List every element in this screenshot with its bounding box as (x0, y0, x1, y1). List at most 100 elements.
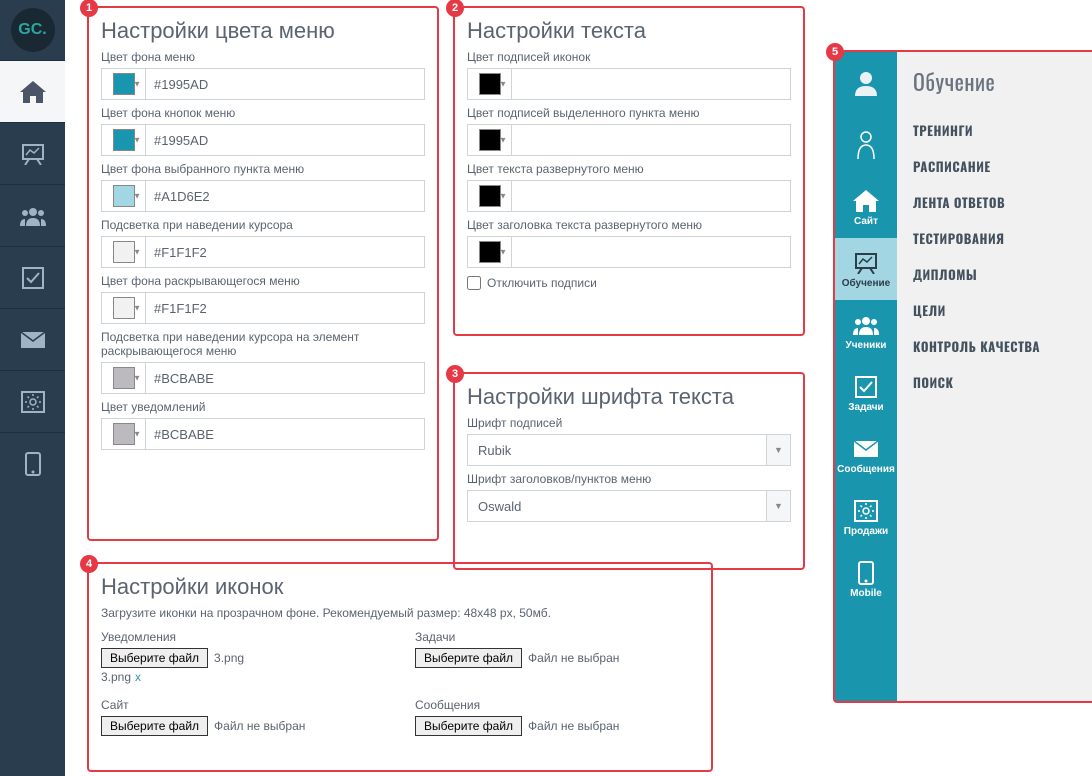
panel3-title: Настройки шрифта текста (467, 384, 791, 410)
panel-badge-4: 4 (80, 555, 98, 573)
nav-mobile[interactable] (0, 432, 65, 494)
preview-sidebar-item-1[interactable] (835, 114, 897, 176)
p1-field-2-input[interactable] (146, 181, 424, 211)
preview-sidebar-label-2: Сайт (854, 216, 878, 227)
p1-field-1-swatch-picker[interactable]: ▼ (102, 125, 146, 155)
p1-field-6-input[interactable] (146, 419, 424, 449)
p4-item-1-label: Задачи (415, 630, 699, 644)
preview-menu-item-1[interactable]: РАСПИСАНИЕ (913, 148, 1092, 184)
p2-field-3-input[interactable] (512, 237, 790, 267)
p1-field-2-row: ▼ (101, 180, 425, 212)
p1-field-2-label: Цвет фона выбранного пункта меню (101, 162, 425, 176)
p2-field-2-input[interactable] (512, 181, 790, 211)
preview-sidebar-item-4[interactable]: Ученики (835, 300, 897, 362)
users-icon (20, 206, 46, 226)
nav-tasks[interactable] (0, 246, 65, 308)
p3-field-1-label: Шрифт заголовков/пунктов меню (467, 472, 791, 486)
p3-field-1-select[interactable]: Oswald (467, 490, 791, 522)
preview-menu-item-7[interactable]: ПОИСК (913, 364, 1092, 400)
home-icon (20, 81, 46, 103)
phone-icon (852, 560, 880, 586)
p1-field-3-swatch-picker[interactable]: ▼ (102, 237, 146, 267)
p1-field-1-input[interactable] (146, 125, 424, 155)
preview-sidebar-item-7[interactable]: Продажи (835, 486, 897, 548)
preview-expanded-menu: Обучение ТРЕНИНГИРАСПИСАНИЕЛЕНТА ОТВЕТОВ… (897, 52, 1092, 701)
p1-field-0-label: Цвет фона меню (101, 50, 425, 64)
content-area: 1 Настройки цвета меню Цвет фона меню ▼ … (65, 0, 1092, 776)
nav-messages[interactable] (0, 308, 65, 370)
color-swatch-icon (113, 297, 135, 319)
p1-field-6-swatch-picker[interactable]: ▼ (102, 419, 146, 449)
preview-menu-item-0[interactable]: ТРЕНИНГИ (913, 112, 1092, 148)
preview-menu-item-3[interactable]: ТЕСТИРОВАНИЯ (913, 220, 1092, 256)
p1-field-5-label: Подсветка при наведении курсора на элеме… (101, 330, 425, 358)
p2-field-0-swatch-picker[interactable]: ▼ (468, 69, 512, 99)
p1-field-0-input[interactable] (146, 69, 424, 99)
mail-icon (852, 436, 880, 462)
nav-sales[interactable] (0, 370, 65, 432)
check-icon (22, 267, 44, 289)
preview-sidebar-item-6[interactable]: Сообщения (835, 424, 897, 486)
p2-field-3-label: Цвет заголовка текста развернутого меню (467, 218, 791, 232)
preview-sidebar-item-2[interactable]: Сайт (835, 176, 897, 238)
panel-text-settings: 2 Настройки текста Цвет подписей иконок … (453, 6, 805, 336)
p3-field-0-select[interactable]: Rubik (467, 434, 791, 466)
p1-field-3-input[interactable] (146, 237, 424, 267)
p1-field-6-label: Цвет уведомлений (101, 400, 425, 414)
preview-menu-item-4[interactable]: ДИПЛОМЫ (913, 256, 1092, 292)
p1-field-4-swatch-picker[interactable]: ▼ (102, 293, 146, 323)
p2-field-1-swatch-picker[interactable]: ▼ (468, 125, 512, 155)
p2-field-1-input[interactable] (512, 125, 790, 155)
nav-home[interactable] (0, 60, 65, 122)
p1-field-5-swatch-picker[interactable]: ▼ (102, 363, 146, 393)
p4-item-2-file-button[interactable]: Выберите файл (101, 716, 208, 736)
preview-sidebar-item-3[interactable]: Обучение (835, 238, 897, 300)
p2-field-2-swatch-picker[interactable]: ▼ (468, 181, 512, 211)
panel4-hint: Загрузите иконки на прозрачном фоне. Рек… (101, 606, 699, 620)
p1-field-6-row: ▼ (101, 418, 425, 450)
disable-labels-checkbox-row[interactable]: Отключить подписи (467, 276, 791, 290)
p4-item-3-status: Файл не выбран (528, 719, 619, 733)
preview-menu-item-5[interactable]: ЦЕЛИ (913, 292, 1092, 328)
p2-field-3-row: ▼ (467, 236, 791, 268)
panel1-title: Настройки цвета меню (101, 18, 425, 44)
preview-menu-item-2[interactable]: ЛЕНТА ОТВЕТОВ (913, 184, 1092, 220)
p1-field-2-swatch-picker[interactable]: ▼ (102, 181, 146, 211)
board-icon (852, 250, 880, 276)
p4-item-2-status: Файл не выбран (214, 719, 305, 733)
p4-item-1-file-button[interactable]: Выберите файл (415, 648, 522, 668)
disable-labels-checkbox[interactable] (467, 276, 481, 290)
preview-sidebar-label-5: Задачи (848, 402, 883, 413)
check-icon (852, 374, 880, 400)
left-sidebar: GC. (0, 0, 65, 776)
users-icon (852, 312, 880, 338)
preview-sidebar-item-5[interactable]: Задачи (835, 362, 897, 424)
nav-users[interactable] (0, 184, 65, 246)
nav-board[interactable] (0, 122, 65, 184)
p2-field-0-input[interactable] (512, 69, 790, 99)
mail-icon (21, 332, 45, 348)
preview-sidebar-item-0[interactable] (835, 52, 897, 114)
p4-item-0-status: 3.png (214, 651, 244, 665)
color-swatch-icon (479, 129, 501, 151)
logo[interactable]: GC. (0, 0, 65, 60)
p2-field-2-label: Цвет текста развернутого меню (467, 162, 791, 176)
panel-badge-3: 3 (446, 365, 464, 383)
p4-item-3-file-button[interactable]: Выберите файл (415, 716, 522, 736)
p1-field-5-input[interactable] (146, 363, 424, 393)
p1-field-4-input[interactable] (146, 293, 424, 323)
p1-field-1-label: Цвет фона кнопок меню (101, 106, 425, 120)
preview-sidebar-item-8[interactable]: Mobile (835, 548, 897, 610)
chevron-down-icon: ▼ (499, 248, 507, 257)
preview-menu-item-6[interactable]: КОНТРОЛЬ КАЧЕСТВА (913, 328, 1092, 364)
p1-field-5-row: ▼ (101, 362, 425, 394)
p4-item-0-remove[interactable]: x (135, 670, 141, 684)
p2-field-1-label: Цвет подписей выделенного пункта меню (467, 106, 791, 120)
p1-field-0-row: ▼ (101, 68, 425, 100)
color-swatch-icon (479, 185, 501, 207)
preview-sidebar-label-7: Продажи (844, 526, 888, 537)
p1-field-0-swatch-picker[interactable]: ▼ (102, 69, 146, 99)
p2-field-0-row: ▼ (467, 68, 791, 100)
p4-item-0-file-button[interactable]: Выберите файл (101, 648, 208, 668)
p2-field-3-swatch-picker[interactable]: ▼ (468, 237, 512, 267)
